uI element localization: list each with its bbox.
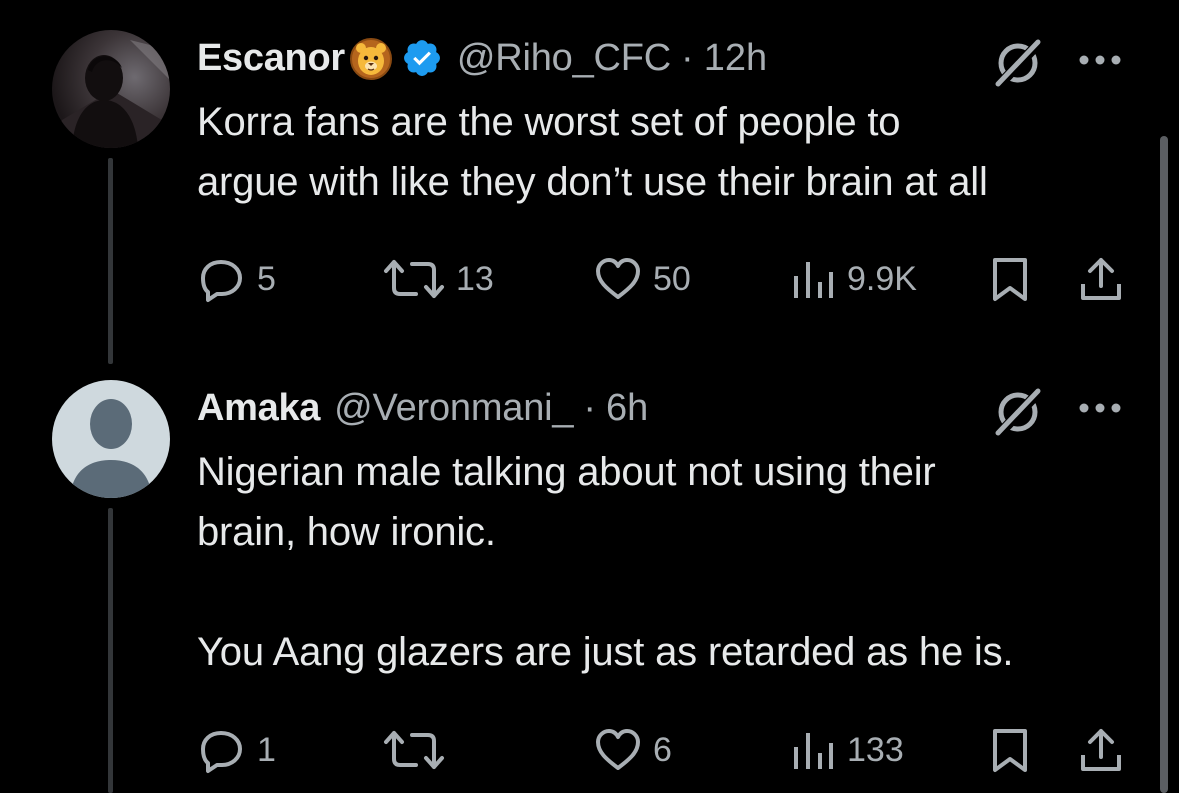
repost-icon: [384, 731, 444, 769]
separator-dot: ·: [583, 386, 596, 429]
verified-badge-icon[interactable]: [401, 37, 443, 79]
handle[interactable]: @Riho_CFC: [457, 37, 671, 80]
bookmark-button[interactable]: [989, 251, 1031, 307]
more-options-icon[interactable]: [1075, 50, 1125, 70]
share-button[interactable]: [1077, 251, 1125, 307]
repost-button[interactable]: 13: [382, 251, 494, 307]
lion-face-icon: [349, 36, 393, 80]
tweet-header: Escanor @Riho_CFC · 12h: [197, 33, 767, 83]
reply-icon: [201, 731, 242, 773]
repost-icon: [384, 260, 444, 298]
view-count: 133: [847, 730, 904, 769]
tweet-text: Nigerian male talking about not using th…: [197, 450, 1014, 674]
heart-icon: [596, 258, 640, 299]
reply-button[interactable]: 1: [197, 722, 276, 778]
bookmark-icon: [993, 729, 1027, 772]
views-icon: [794, 733, 833, 769]
avatar-amaka[interactable]: [52, 380, 170, 498]
like-button[interactable]: 6: [593, 722, 672, 778]
grok-icon[interactable]: [990, 34, 1046, 90]
thread-line: [108, 508, 113, 793]
tweet-actions: 5 13 50 9.9K: [197, 251, 1132, 307]
views-icon: [794, 262, 833, 298]
grok-icon[interactable]: [990, 383, 1046, 439]
timeline: Escanor @Riho_CFC · 12h Korra fans are t…: [0, 0, 1179, 793]
view-count: 9.9K: [847, 259, 917, 298]
reply-button[interactable]: 5: [197, 251, 276, 307]
tweet-header: Amaka @Veronmani_ · 6h: [197, 383, 648, 433]
thread-line: [108, 158, 113, 364]
views-button[interactable]: 9.9K: [789, 251, 917, 307]
handle[interactable]: @Veronmani_: [334, 387, 573, 430]
more-options-icon[interactable]: [1075, 398, 1125, 418]
share-icon: [1081, 258, 1121, 300]
like-button[interactable]: 50: [593, 251, 691, 307]
repost-button[interactable]: [382, 722, 456, 778]
like-count: 6: [653, 730, 672, 769]
timestamp[interactable]: 6h: [606, 387, 648, 430]
views-button[interactable]: 133: [789, 722, 904, 778]
heart-icon: [596, 729, 640, 770]
share-icon: [1081, 729, 1121, 771]
avatar-escanor[interactable]: [52, 30, 170, 148]
bookmark-button[interactable]: [989, 722, 1031, 778]
bookmark-icon: [993, 258, 1027, 301]
tweet-text: Korra fans are the worst set of people t…: [197, 100, 988, 204]
reply-count: 5: [257, 259, 276, 298]
display-name[interactable]: Escanor: [197, 37, 345, 80]
scrollbar[interactable]: [1160, 136, 1168, 793]
repost-count: 13: [456, 259, 494, 298]
reply-count: 1: [257, 730, 276, 769]
separator-dot: ·: [681, 36, 694, 79]
like-count: 50: [653, 259, 691, 298]
share-button[interactable]: [1077, 722, 1125, 778]
reply-icon: [201, 260, 242, 302]
tweet-actions: 1 6 133: [197, 722, 1132, 778]
timestamp[interactable]: 12h: [704, 37, 767, 80]
display-name[interactable]: Amaka: [197, 387, 320, 430]
